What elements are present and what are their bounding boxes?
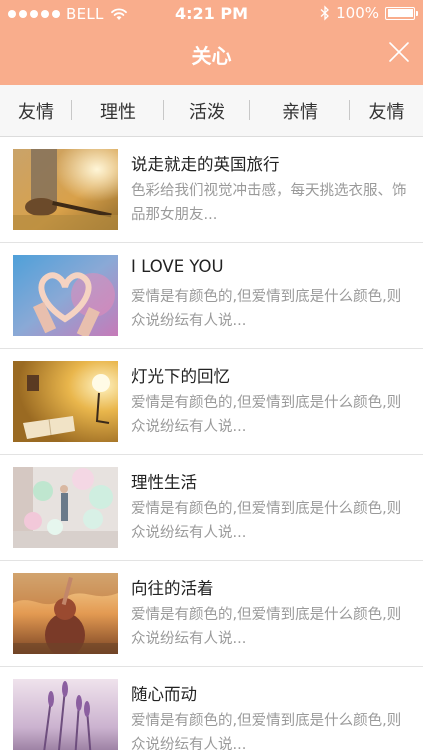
tab-friendship-2[interactable]: 友情 (350, 98, 423, 124)
close-icon (389, 42, 409, 62)
list-item[interactable]: I LOVE YOU 爱情是有颜色的,但爱情到底是什么颜色,则众说纷纭有人说..… (0, 243, 423, 349)
article-description: 爱情是有颜色的,但爱情到底是什么颜色,则众说纷纭有人说... (131, 395, 402, 435)
category-tabs: 友情 理性 活泼 亲情 友情 (0, 85, 423, 137)
article-title: 灯光下的回忆 (131, 367, 230, 386)
tab-friendship[interactable]: 友情 (0, 98, 72, 124)
battery-icon (385, 6, 418, 20)
article-thumbnail (13, 361, 118, 442)
tab-rational[interactable]: 理性 (72, 98, 164, 124)
article-thumbnail (13, 255, 118, 336)
tab-label: 友情 (18, 101, 54, 123)
article-title: 说走就走的英国旅行 (131, 155, 280, 174)
list-item[interactable]: 说走就走的英国旅行 色彩给我们视觉冲击感，每天挑选衣服、饰品那女朋友... (0, 137, 423, 243)
article-description: 爱情是有颜色的,但爱情到底是什么颜色,则众说纷纭有人说... (131, 501, 402, 541)
article-title: 随心而动 (131, 685, 197, 704)
tab-label: 友情 (368, 101, 405, 123)
article-thumbnail (13, 149, 118, 230)
article-description: 爱情是有颜色的,但爱情到底是什么颜色,则众说纷纭有人说... (131, 713, 402, 750)
list-item[interactable]: 理性生活 爱情是有颜色的,但爱情到底是什么颜色,则众说纷纭有人说... (0, 455, 423, 561)
bluetooth-icon (320, 5, 330, 21)
tab-label: 活泼 (189, 101, 225, 123)
tab-family[interactable]: 亲情 (250, 98, 350, 124)
article-description: 爱情是有颜色的,但爱情到底是什么颜色,则众说纷纭有人说... (131, 289, 402, 329)
article-title: I LOVE YOU (131, 257, 224, 276)
article-title: 向往的活着 (131, 579, 214, 598)
article-description: 色彩给我们视觉冲击感，每天挑选衣服、饰品那女朋友... (131, 183, 407, 223)
page-title: 关心 (191, 44, 232, 68)
status-right: 100% (320, 4, 418, 22)
article-title: 理性生活 (131, 473, 197, 492)
article-thumbnail (13, 467, 118, 548)
article-thumbnail (13, 679, 118, 750)
tab-label: 理性 (100, 101, 136, 123)
tab-lively[interactable]: 活泼 (164, 98, 250, 124)
list-item[interactable]: 随心而动 爱情是有颜色的,但爱情到底是什么颜色,则众说纷纭有人说... (0, 667, 423, 750)
close-button[interactable] (387, 40, 411, 64)
status-bar: BELL 4:21 PM 100% (0, 0, 423, 28)
article-thumbnail (13, 573, 118, 654)
list-item[interactable]: 灯光下的回忆 爱情是有颜色的,但爱情到底是什么颜色,则众说纷纭有人说... (0, 349, 423, 455)
tab-label: 亲情 (282, 101, 318, 123)
list-item[interactable]: 向往的活着 爱情是有颜色的,但爱情到底是什么颜色,则众说纷纭有人说... (0, 561, 423, 667)
article-description: 爱情是有颜色的,但爱情到底是什么颜色,则众说纷纭有人说... (131, 607, 402, 647)
battery-percent: 100% (336, 4, 379, 22)
app-header: BELL 4:21 PM 100% 关心 (0, 0, 423, 85)
article-list: 说走就走的英国旅行 色彩给我们视觉冲击感，每天挑选衣服、饰品那女朋友... I … (0, 137, 423, 750)
